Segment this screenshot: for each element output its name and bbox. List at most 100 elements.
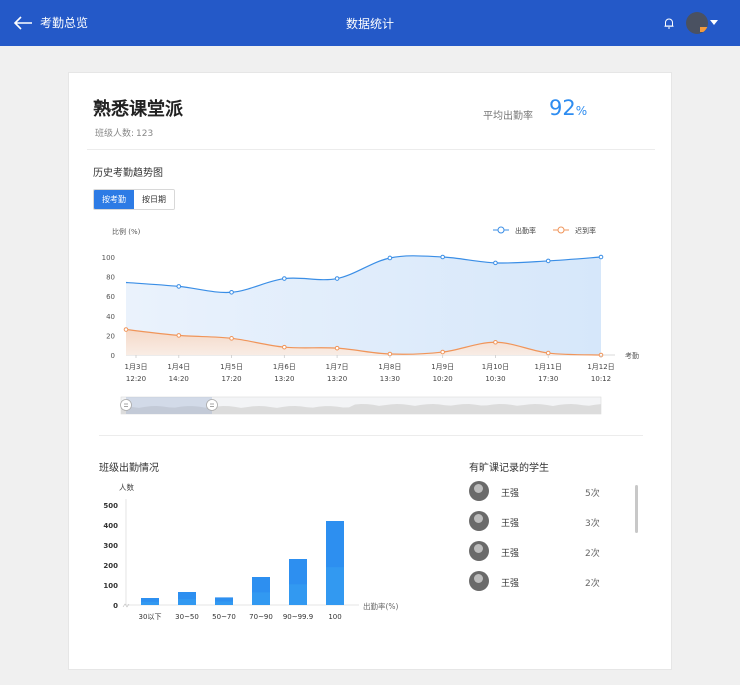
y-tick-label: 300 bbox=[103, 542, 118, 550]
y-tick-label: 500 bbox=[103, 502, 118, 510]
zoom-slider-window bbox=[126, 397, 212, 414]
absence-count: 5次 bbox=[585, 489, 600, 499]
data-point bbox=[176, 333, 182, 338]
x-tick-time: 10:30 bbox=[485, 375, 505, 383]
class-size: 班级人数: 123 bbox=[93, 126, 153, 139]
absence-count: 2次 bbox=[585, 579, 600, 589]
student-name: 王强 bbox=[501, 579, 520, 589]
y-tick-label: 40 bbox=[106, 313, 115, 321]
data-point bbox=[440, 254, 445, 260]
data-point bbox=[282, 276, 287, 281]
absence-count: 3次 bbox=[585, 519, 600, 529]
x-tick-label: 70~90 bbox=[249, 613, 273, 621]
y-axis-label: 比例 (%) bbox=[112, 227, 141, 236]
user-avatar[interactable] bbox=[686, 12, 708, 34]
legend-label: 迟到率 bbox=[575, 226, 596, 235]
y-tick-label: 400 bbox=[103, 522, 118, 530]
y-tick-label: 100 bbox=[103, 582, 118, 590]
x-tick-time: 17:20 bbox=[221, 375, 241, 383]
x-tick-label: 30~50 bbox=[175, 613, 199, 621]
x-tick-date: 1月6日 bbox=[273, 363, 296, 371]
avg-attendance-value: 92% bbox=[549, 96, 587, 120]
absent-students-list: 王强 5次 王强 3次 王强 2次 王强 2次 bbox=[469, 481, 619, 601]
y-tick-label: 80 bbox=[106, 274, 115, 282]
bar-shade bbox=[289, 584, 307, 605]
bell-icon[interactable] bbox=[662, 16, 676, 30]
data-point bbox=[282, 344, 287, 350]
avg-attendance-number: 92 bbox=[549, 96, 576, 120]
student-avatar bbox=[469, 541, 489, 561]
student-name: 王强 bbox=[501, 519, 520, 529]
y-tick-label: 100 bbox=[102, 254, 115, 262]
x-tick-label: 30以下 bbox=[139, 613, 162, 621]
data-point bbox=[387, 255, 393, 261]
x-tick-date: 1月11日 bbox=[535, 363, 562, 371]
x-tick-date: 1月7日 bbox=[326, 363, 349, 371]
data-point bbox=[334, 276, 340, 281]
data-point bbox=[229, 289, 234, 295]
x-tick-time: 12:20 bbox=[126, 375, 146, 383]
x-tick-label: 90~99.9 bbox=[283, 613, 313, 621]
absence-count: 2次 bbox=[585, 549, 600, 559]
zoom-slider-handle[interactable] bbox=[206, 399, 218, 411]
bar-shade bbox=[215, 601, 233, 605]
x-tick-time: 17:30 bbox=[538, 375, 558, 383]
page-title: 数据统计 bbox=[345, 17, 394, 31]
x-tick-date: 1月4日 bbox=[167, 363, 190, 371]
x-tick-date: 1月8日 bbox=[378, 363, 401, 371]
x-tick-time: 13:20 bbox=[327, 375, 347, 383]
data-point bbox=[334, 345, 340, 351]
data-point bbox=[440, 349, 445, 355]
legend-marker bbox=[497, 226, 505, 234]
x-tick-date: 1月5日 bbox=[220, 363, 243, 371]
legend-marker bbox=[557, 226, 565, 234]
avatar-badge bbox=[700, 27, 708, 32]
y-tick-label: 0 bbox=[113, 602, 118, 610]
trend-section-title: 历史考勤趋势图 bbox=[93, 168, 163, 179]
data-point bbox=[545, 350, 551, 356]
data-point bbox=[229, 336, 234, 341]
x-axis-label: 出勤率(%) bbox=[363, 601, 399, 611]
bar-shade bbox=[252, 592, 270, 605]
class-attendance-chart: 人数 0 100 200 300 400 500 30以下 30~50 50~70 70~90 90~… bbox=[103, 482, 399, 621]
data-point bbox=[598, 254, 604, 260]
avg-attendance-unit: % bbox=[575, 104, 588, 118]
top-navigation-bar: 考勤总览 数据统计 bbox=[0, 0, 740, 46]
zoom-slider-handle[interactable] bbox=[120, 399, 132, 411]
absent-students-title: 有旷课记录的学生 bbox=[469, 463, 549, 474]
data-point bbox=[123, 327, 129, 332]
student-avatar bbox=[469, 481, 489, 501]
y-tick-label: 20 bbox=[106, 332, 115, 340]
list-scrollbar[interactable] bbox=[635, 485, 638, 533]
bar-shade bbox=[141, 601, 159, 605]
stats-card: 熟悉课堂派 班级人数: 123 平均出勤率 92% 历史考勤趋势图 按考勤 按日期… bbox=[68, 72, 672, 670]
x-tick-time: 14:20 bbox=[169, 375, 189, 383]
toggle-by-attendance[interactable]: 按考勤 bbox=[94, 190, 134, 209]
toggle-by-date[interactable]: 按日期 bbox=[134, 190, 174, 209]
data-point bbox=[176, 284, 182, 289]
x-tick-time: 10:20 bbox=[433, 375, 453, 383]
student-avatar bbox=[469, 511, 489, 531]
class-attendance-title: 班级出勤情况 bbox=[99, 463, 159, 474]
absent-student-row[interactable]: 王强 5次 bbox=[469, 481, 619, 511]
absent-student-row[interactable]: 王强 2次 bbox=[469, 571, 619, 601]
bar-shade bbox=[326, 567, 344, 605]
y-tick-label: 60 bbox=[106, 293, 115, 301]
trend-mode-toggle: 按考勤 按日期 bbox=[93, 189, 175, 210]
x-tick-date: 1月9日 bbox=[431, 363, 454, 371]
absent-student-row[interactable]: 王强 3次 bbox=[469, 511, 619, 541]
data-point bbox=[545, 258, 551, 264]
y-axis-label: 人数 bbox=[119, 482, 134, 492]
y-tick-label: 0 bbox=[111, 352, 115, 360]
divider bbox=[87, 149, 655, 150]
absent-student-row[interactable]: 王强 2次 bbox=[469, 541, 619, 571]
chevron-down-icon[interactable] bbox=[710, 20, 718, 25]
student-name: 王强 bbox=[501, 549, 520, 559]
x-tick-time: 13:20 bbox=[274, 375, 294, 383]
divider bbox=[99, 435, 643, 436]
student-name: 王强 bbox=[501, 489, 520, 499]
x-axis-label: 考勤 bbox=[625, 351, 639, 360]
x-tick-date: 1月3日 bbox=[125, 363, 148, 371]
x-tick-date: 1月10日 bbox=[482, 363, 509, 371]
x-tick-time: 10:12 bbox=[591, 375, 611, 383]
